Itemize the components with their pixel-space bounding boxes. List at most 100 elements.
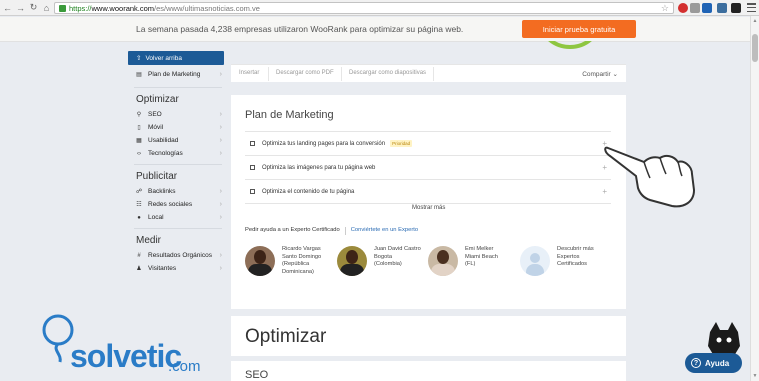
pointing-hand-icon: [604, 146, 696, 208]
divider: [344, 227, 346, 235]
url-scheme: https://: [69, 3, 92, 13]
extension-record-icon[interactable]: [678, 3, 688, 13]
chevron-right-icon: ›: [219, 150, 222, 157]
expert-help-row: Pedir ayuda a un Experto Certificado Con…: [245, 227, 418, 235]
address-bar[interactable]: https:// www.woorank.com /es/www/ultimas…: [54, 2, 674, 14]
task-label: Optimiza tus landing pages para la conve…: [262, 140, 386, 147]
sidebar-item-label: Plan de Marketing: [148, 71, 201, 78]
forward-arrow-icon[interactable]: →: [15, 2, 26, 14]
chevron-right-icon: ›: [219, 124, 222, 131]
task-row[interactable]: Optimiza el contenido de tu página +: [245, 179, 611, 203]
hash-icon: #: [137, 252, 141, 259]
report-toolbar: Insertar Descargar como PDF Descargar co…: [231, 64, 626, 82]
home-icon[interactable]: ⌂: [41, 2, 52, 14]
expert-location: Bogota: [374, 253, 393, 260]
code-icon: ‹›: [137, 150, 141, 157]
task-row[interactable]: Optimiza las imágenes para tu página web…: [245, 155, 611, 179]
placeholder-avatar-icon: [520, 246, 550, 276]
sidebar-item-label: Backlinks: [148, 188, 176, 195]
help-label: Ayuda: [705, 358, 730, 368]
sidebar-item-label: Móvil: [148, 124, 164, 131]
scroll-up-icon[interactable]: ▲: [752, 18, 758, 24]
discover-experts-card[interactable]: Descubrir más Expertos Certificados: [520, 246, 594, 276]
chevron-right-icon: ›: [219, 71, 222, 78]
bookmark-star-icon[interactable]: ☆: [661, 3, 669, 14]
extension-dark-icon[interactable]: [731, 3, 741, 13]
task-checkbox[interactable]: [250, 189, 255, 194]
chevron-right-icon: ›: [219, 188, 222, 195]
expert-location: Santo Domingo: [282, 253, 322, 260]
show-more-link[interactable]: Mostrar más: [412, 205, 445, 211]
avatar: [245, 246, 275, 276]
sidebar-item-marketing-plan[interactable]: ▤ Plan de Marketing ›: [136, 71, 222, 78]
sidebar-item-mobile[interactable]: ▯ Móvil ›: [136, 124, 222, 131]
divider: [245, 203, 611, 204]
expert-info: Juan David Castro Bogota (Colombia): [374, 246, 421, 276]
task-label: Optimiza las imágenes para tu página web: [262, 164, 376, 171]
sidebar-item-label: Usabilidad: [148, 137, 179, 144]
discover-line: Descubrir más: [557, 246, 594, 252]
chevron-right-icon: ›: [219, 252, 222, 259]
sidebar-heading-measure: Medir: [136, 235, 162, 246]
marketing-plan-card: Plan de Marketing Optimiza tus landing p…: [231, 95, 626, 309]
sidebar-item-label: SEO: [148, 111, 162, 118]
toolbar-divider: [433, 67, 434, 81]
help-button[interactable]: ? Ayuda: [685, 353, 742, 373]
sidebar-item-label: Resultados Orgánicos: [148, 252, 212, 259]
extension-puzzle-icon[interactable]: [690, 3, 700, 13]
discover-line: Expertos: [557, 253, 580, 260]
chevron-right-icon: ›: [219, 111, 222, 118]
extension-person-icon[interactable]: [702, 3, 712, 13]
usability-icon: ▦: [136, 138, 142, 144]
task-checkbox[interactable]: [250, 141, 255, 146]
sidebar-item-visitors[interactable]: ♟ Visitantes ›: [136, 265, 222, 272]
mobile-icon: ▯: [137, 125, 141, 131]
seo-heading: SEO: [245, 369, 269, 381]
link-icon: ☍: [135, 189, 143, 195]
share-dropdown[interactable]: Compartir ⌄: [582, 70, 618, 78]
download-slides-link[interactable]: Descargar como diapositivas: [349, 70, 426, 76]
browser-menu-icon[interactable]: [747, 3, 756, 12]
plan-icon: ▤: [136, 72, 142, 78]
expert-location: (República: [282, 261, 310, 267]
task-checkbox[interactable]: [250, 165, 255, 170]
scrollbar-thumb[interactable]: [752, 34, 758, 62]
section-title: Plan de Marketing: [245, 109, 334, 121]
task-row[interactable]: Optimiza tus landing pages para la conve…: [245, 131, 611, 155]
solvetic-logo-text: solvetic: [70, 338, 182, 374]
optimize-section: Optimizar: [231, 316, 626, 356]
chevron-down-icon: ⌄: [612, 71, 618, 78]
sidebar-heading-optimize: Optimizar: [136, 94, 179, 105]
promo-banner: La semana pasada 4,238 empresas utilizar…: [0, 17, 750, 42]
expert-card[interactable]: Juan David Castro Bogota (Colombia): [337, 246, 421, 276]
avatar: [337, 246, 367, 276]
free-trial-button[interactable]: Iniciar prueba gratuita: [522, 20, 636, 38]
back-to-top-button[interactable]: ⇧ Volver arriba: [128, 51, 224, 65]
sidebar-item-seo[interactable]: ⚲ SEO ›: [136, 111, 222, 118]
sidebar-item-usability[interactable]: ▦ Usabilidad ›: [136, 137, 222, 144]
insert-link[interactable]: Insertar: [239, 70, 259, 76]
back-arrow-icon[interactable]: ←: [2, 2, 13, 14]
expert-location: Miami Beach: [465, 253, 498, 260]
page-scrollbar[interactable]: ▲ ▼: [750, 16, 759, 381]
reload-icon[interactable]: ↻: [28, 2, 39, 14]
extension-translate-icon[interactable]: [717, 3, 727, 13]
expert-info: Ricardo Vargas Santo Domingo (República …: [282, 246, 321, 276]
expert-location: (Colombia): [374, 261, 402, 267]
score-gauge: [536, 41, 604, 49]
discover-line: Certificados: [557, 261, 588, 267]
expert-card[interactable]: Ricardo Vargas Santo Domingo (República …: [245, 246, 321, 276]
download-pdf-link[interactable]: Descargar como PDF: [276, 70, 334, 76]
sidebar-item-backlinks[interactable]: ☍ Backlinks ›: [136, 188, 222, 195]
sidebar-item-technologies[interactable]: ‹› Tecnologías ›: [136, 150, 222, 157]
task-label: Optimiza el contenido de tu página: [262, 188, 355, 195]
expert-card[interactable]: Emi Melker Miami Beach (FL): [428, 246, 498, 276]
sidebar-item-local[interactable]: ● Local ›: [136, 214, 222, 221]
scroll-down-icon[interactable]: ▼: [752, 373, 758, 379]
sidebar-divider: [134, 228, 222, 229]
arrow-up-icon: ⇧: [136, 55, 142, 62]
sidebar-item-label: Redes sociales: [148, 201, 193, 208]
become-expert-link[interactable]: Conviértete en un Experto: [351, 227, 418, 235]
sidebar-item-organic-results[interactable]: # Resultados Orgánicos ›: [136, 252, 222, 259]
sidebar-item-social[interactable]: ☷ Redes sociales ›: [136, 201, 222, 208]
